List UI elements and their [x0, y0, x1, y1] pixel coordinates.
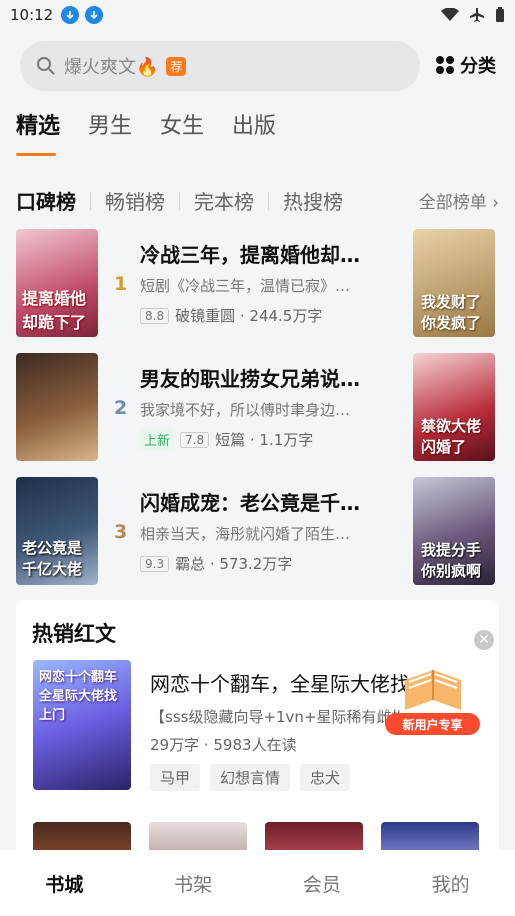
book-info: 短篇 · 1.1万字: [215, 431, 314, 449]
rank-item[interactable]: 老公竟是千亿大佬 3 闪婚成宠：老公竟是千… 相亲当天，海彤就闪婚了陌生人… 9…: [16, 477, 499, 587]
recommend-badge: 荐: [166, 56, 187, 76]
side-book-cover[interactable]: 我提分手你别疯啊: [413, 477, 495, 585]
book-meta: 8.8 破镜重圆 · 244.5万字: [140, 305, 322, 326]
search-icon: [37, 57, 55, 75]
book-icon: [405, 670, 461, 710]
rank-number: 2: [114, 397, 128, 419]
book-description: 我家境不好，所以傅时聿身边的…: [140, 401, 362, 419]
new-badge: 上新: [140, 429, 175, 450]
side-book-cover[interactable]: 我发财了你发疯了: [413, 229, 495, 337]
book-info: 霸总 · 573.2万字: [175, 555, 293, 573]
bottom-navigation: 书城 书架 会员 我的: [0, 850, 515, 916]
side-cover-title-art: 禁欲大佬闪婚了: [421, 417, 482, 456]
rank-tab-completed[interactable]: 完本榜: [194, 186, 254, 215]
nav-bookshelf[interactable]: 书架: [174, 870, 212, 897]
ranking-tabs: 口碑榜 畅销榜 完本榜 热搜榜 全部榜单 ›: [16, 186, 499, 215]
rank-tab-bestseller[interactable]: 畅销榜: [105, 186, 165, 215]
download-icon: [61, 6, 80, 24]
cover-title-art: 网恋十个翻车全星际大佬找上门: [39, 670, 118, 723]
category-label: 分类: [460, 56, 496, 77]
nav-bookstore[interactable]: 书城: [45, 870, 83, 897]
search-input[interactable]: 爆火爽文🔥 荐: [20, 41, 420, 91]
rank-item[interactable]: 2 男友的职业捞女兄弟说… 我家境不好，所以傅时聿身边的… 上新 7.8 短篇 …: [16, 353, 499, 463]
score-badge: 9.3: [140, 555, 170, 572]
book-title: 冷战三年，提离婚他却…: [140, 243, 360, 267]
book-meta: 9.3 霸总 · 573.2万字: [140, 553, 292, 574]
tab-featured[interactable]: 精选: [16, 108, 60, 156]
book-meta: 上新 7.8 短篇 · 1.1万字: [140, 429, 313, 450]
nav-membership[interactable]: 会员: [303, 870, 341, 897]
rank-tab-hotsearch[interactable]: 热搜榜: [283, 186, 343, 215]
book-title[interactable]: 网恋十个翻车，全星际大佬找: [150, 668, 410, 697]
channel-tabs: 精选 男生 女生 出版: [16, 108, 276, 156]
book-cover[interactable]: [16, 353, 98, 461]
download-icon: [85, 6, 104, 24]
book-cover[interactable]: 提离婚他却跪下了: [16, 229, 98, 337]
book-cover[interactable]: 网恋十个翻车全星际大佬找上门: [33, 660, 131, 790]
tab-publish[interactable]: 出版: [232, 108, 276, 152]
tag[interactable]: 马甲: [150, 764, 201, 791]
tag[interactable]: 幻想言情: [210, 764, 291, 791]
tab-male[interactable]: 男生: [88, 108, 132, 152]
book-title: 男友的职业捞女兄弟说…: [140, 367, 360, 391]
book-title: 闪婚成宠：老公竟是千…: [140, 491, 360, 515]
rank-tab-reputation[interactable]: 口碑榜: [16, 186, 76, 215]
close-icon[interactable]: ✕: [474, 630, 494, 650]
all-rankings-link[interactable]: 全部榜单 ›: [419, 188, 499, 213]
divider: [179, 191, 180, 210]
cover-title-art: 提离婚他却跪下了: [22, 289, 87, 332]
nav-profile[interactable]: 我的: [432, 870, 470, 897]
book-cover[interactable]: 老公竟是千亿大佬: [16, 477, 98, 585]
rank-number: 1: [114, 273, 128, 295]
book-description: 【sss级隐藏向导+1vn+星际稀有雌性: [150, 708, 400, 726]
category-icon: [436, 56, 454, 74]
rank-item[interactable]: 提离婚他却跪下了 1 冷战三年，提离婚他却… 短剧《冷战三年，温情已寂》已… 8…: [16, 229, 499, 339]
side-cover-title-art: 我提分手你别疯啊: [421, 541, 482, 580]
battery-icon: [496, 7, 504, 22]
promo-label: 新用户专享: [385, 713, 480, 735]
book-info: 破镜重圆 · 244.5万字: [175, 307, 323, 325]
score-badge: 8.8: [140, 307, 170, 324]
cover-title-art: 老公竟是千亿大佬: [22, 539, 83, 578]
airplane-icon: [470, 8, 484, 22]
search-placeholder: 爆火爽文🔥: [64, 57, 159, 78]
tag-list: 马甲 幻想言情 忠犬: [150, 764, 351, 791]
status-bar: 10:12: [0, 0, 515, 30]
book-info: 29万字 · 5983人在读: [150, 736, 297, 754]
new-user-promo[interactable]: 新用户专享: [385, 660, 480, 735]
section-title: 热销红文: [32, 622, 116, 646]
side-book-cover[interactable]: 禁欲大佬闪婚了: [413, 353, 495, 461]
book-description: 短剧《冷战三年，温情已寂》已…: [140, 277, 362, 295]
wifi-icon: [441, 8, 459, 21]
tag[interactable]: 忠犬: [300, 764, 351, 791]
side-cover-title-art: 我发财了你发疯了: [421, 293, 482, 332]
category-button[interactable]: 分类: [436, 52, 496, 78]
book-description: 相亲当天，海彤就闪婚了陌生人…: [140, 525, 362, 543]
score-badge: 7.8: [180, 431, 210, 448]
divider: [90, 191, 91, 210]
divider: [268, 191, 269, 210]
tab-female[interactable]: 女生: [160, 108, 204, 152]
status-time: 10:12: [10, 6, 54, 24]
rank-number: 3: [114, 521, 128, 543]
